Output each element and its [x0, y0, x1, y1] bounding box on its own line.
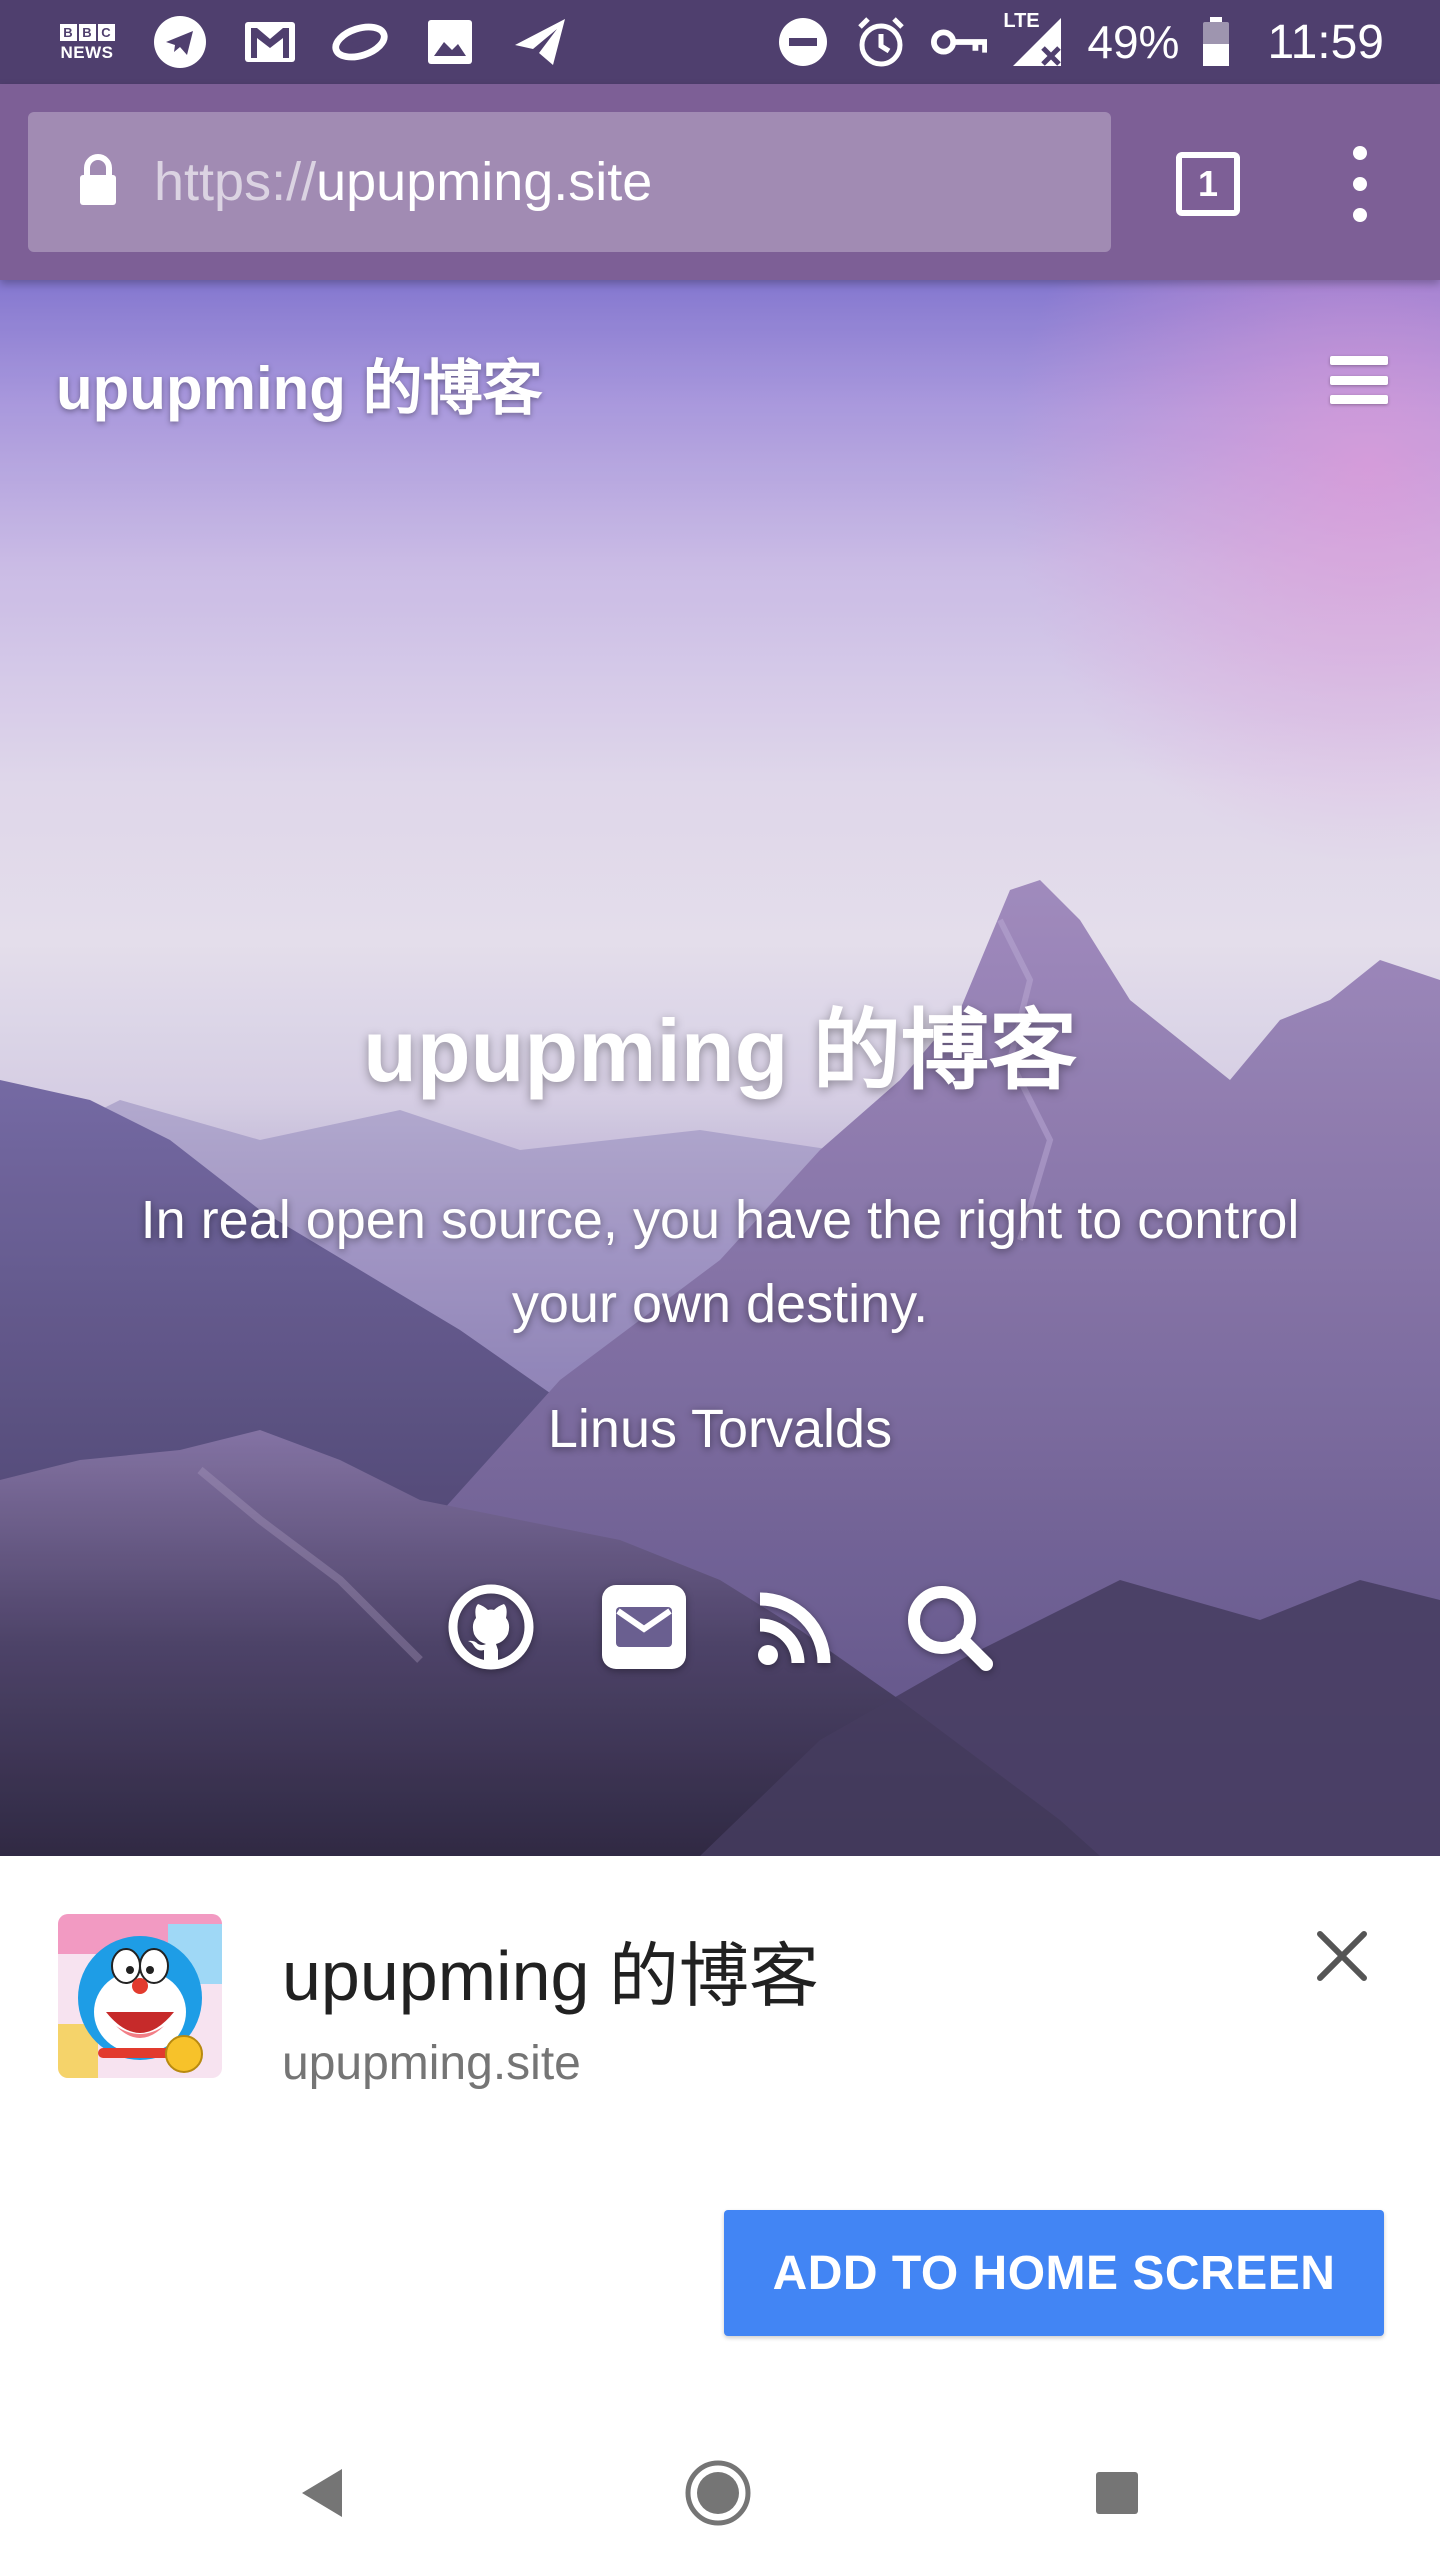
- battery-percent: 49%: [1087, 16, 1180, 68]
- signal-icon: LTE: [1003, 10, 1065, 70]
- recents-icon[interactable]: [1082, 2458, 1152, 2528]
- browser-toolbar: https://upupming.site 1: [0, 84, 1440, 280]
- network-type-label: LTE: [1003, 10, 1040, 32]
- app-url: upupming.site: [282, 2037, 581, 2090]
- clock: 11:59: [1267, 15, 1384, 69]
- bbc-letter: B: [59, 23, 77, 41]
- overflow-menu-button[interactable]: [1330, 146, 1390, 222]
- notification-icons: B B C NEWS: [56, 14, 568, 70]
- home-icon[interactable]: [683, 2458, 753, 2528]
- back-icon[interactable]: [286, 2458, 356, 2528]
- gmail-icon: [242, 14, 298, 70]
- hamburger-line: [1330, 375, 1388, 385]
- url-host: upupming.site: [316, 152, 653, 212]
- battery-icon: [1201, 14, 1231, 70]
- send-icon: [512, 14, 568, 70]
- link-app-icon: [332, 14, 388, 70]
- rss-icon[interactable]: [751, 1582, 841, 1672]
- bbc-news-icon: B B C NEWS: [56, 20, 118, 64]
- dot-icon: [1353, 177, 1367, 191]
- social-links: [446, 1582, 994, 1678]
- app-name: upupming 的博客: [282, 1937, 819, 2015]
- site-brand-link[interactable]: upupming 的博客: [56, 340, 543, 427]
- mail-icon[interactable]: [599, 1582, 689, 1672]
- add-to-home-screen-button[interactable]: ADD TO HOME SCREEN: [724, 2210, 1384, 2336]
- photos-icon: [422, 14, 478, 70]
- search-icon[interactable]: [904, 1582, 994, 1672]
- vpn-key-icon: [931, 14, 988, 70]
- dot-icon: [1353, 146, 1367, 160]
- hero-quote: In real open source, you have the right …: [140, 1190, 1300, 1334]
- app-icon: [58, 1914, 222, 2078]
- system-navigation-bar: [0, 2418, 1440, 2560]
- add-to-home-banner: upupming 的博客 upupming.site ADD TO HOME S…: [0, 1856, 1440, 2418]
- dot-icon: [1353, 208, 1367, 222]
- telegram-icon: [152, 14, 208, 70]
- hero-title: upupming 的博客: [363, 1001, 1077, 1100]
- alarm-icon: [853, 14, 909, 70]
- url-bar[interactable]: https://upupming.site: [28, 112, 1111, 252]
- github-icon[interactable]: [446, 1582, 536, 1672]
- lock-icon: [78, 154, 124, 210]
- status-bar: B B C NEWS LTE 49% 11:59: [0, 0, 1440, 84]
- tab-switcher-button[interactable]: 1: [1176, 152, 1240, 216]
- bbc-letter: C: [97, 23, 115, 41]
- system-icons: LTE 49% 11:59: [775, 10, 1384, 70]
- close-icon[interactable]: [1306, 1920, 1378, 1992]
- hero-quote-author: Linus Torvalds: [547, 1399, 893, 1459]
- hamburger-line: [1330, 356, 1388, 365]
- do-not-disturb-icon: [775, 14, 831, 70]
- bbc-news-label: NEWS: [60, 42, 114, 62]
- hamburger-line: [1330, 395, 1388, 404]
- hamburger-menu-icon[interactable]: [1330, 356, 1388, 404]
- url-scheme: https://: [154, 152, 317, 212]
- hero-section: upupming 的博客 upupming 的博客 In real open s…: [0, 280, 1440, 1856]
- bbc-letter: B: [78, 23, 96, 41]
- url-text[interactable]: https://upupming.site: [154, 112, 652, 252]
